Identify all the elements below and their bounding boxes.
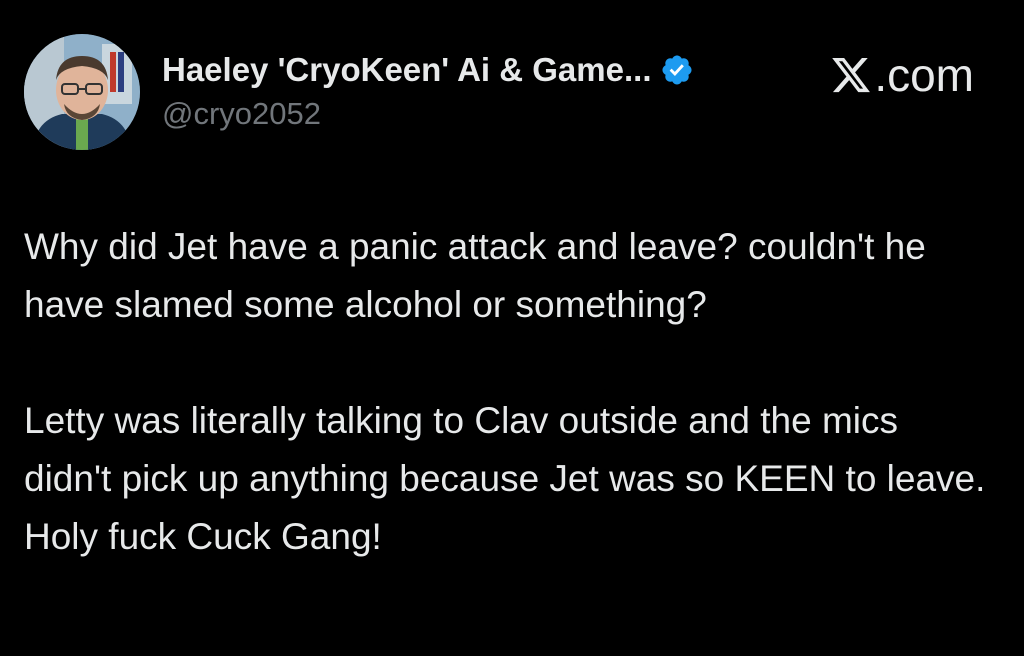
author-handle[interactable]: @cryo2052: [162, 96, 802, 132]
author-display-name[interactable]: Haeley 'CryoKeen' Ai & Game...: [162, 51, 652, 89]
avatar-image: [24, 34, 140, 150]
author-names: Haeley 'CryoKeen' Ai & Game... @cryo2052: [162, 48, 802, 132]
avatar[interactable]: [24, 34, 140, 150]
verified-badge-icon: [660, 53, 694, 87]
tweet-paragraph: Letty was literally talking to Clav outs…: [24, 400, 986, 557]
display-name-row: Haeley 'CryoKeen' Ai & Game...: [162, 48, 802, 92]
brand-watermark: .com: [830, 48, 974, 102]
tweet-text: Why did Jet have a panic attack and leav…: [24, 218, 994, 566]
tweet-paragraph: Why did Jet have a panic attack and leav…: [24, 226, 926, 325]
x-logo-icon: [830, 54, 872, 96]
tweet-header: Haeley 'CryoKeen' Ai & Game... @cryo2052…: [24, 34, 1000, 152]
tweet-card: Haeley 'CryoKeen' Ai & Game... @cryo2052…: [0, 0, 1024, 656]
brand-label: .com: [874, 49, 974, 101]
